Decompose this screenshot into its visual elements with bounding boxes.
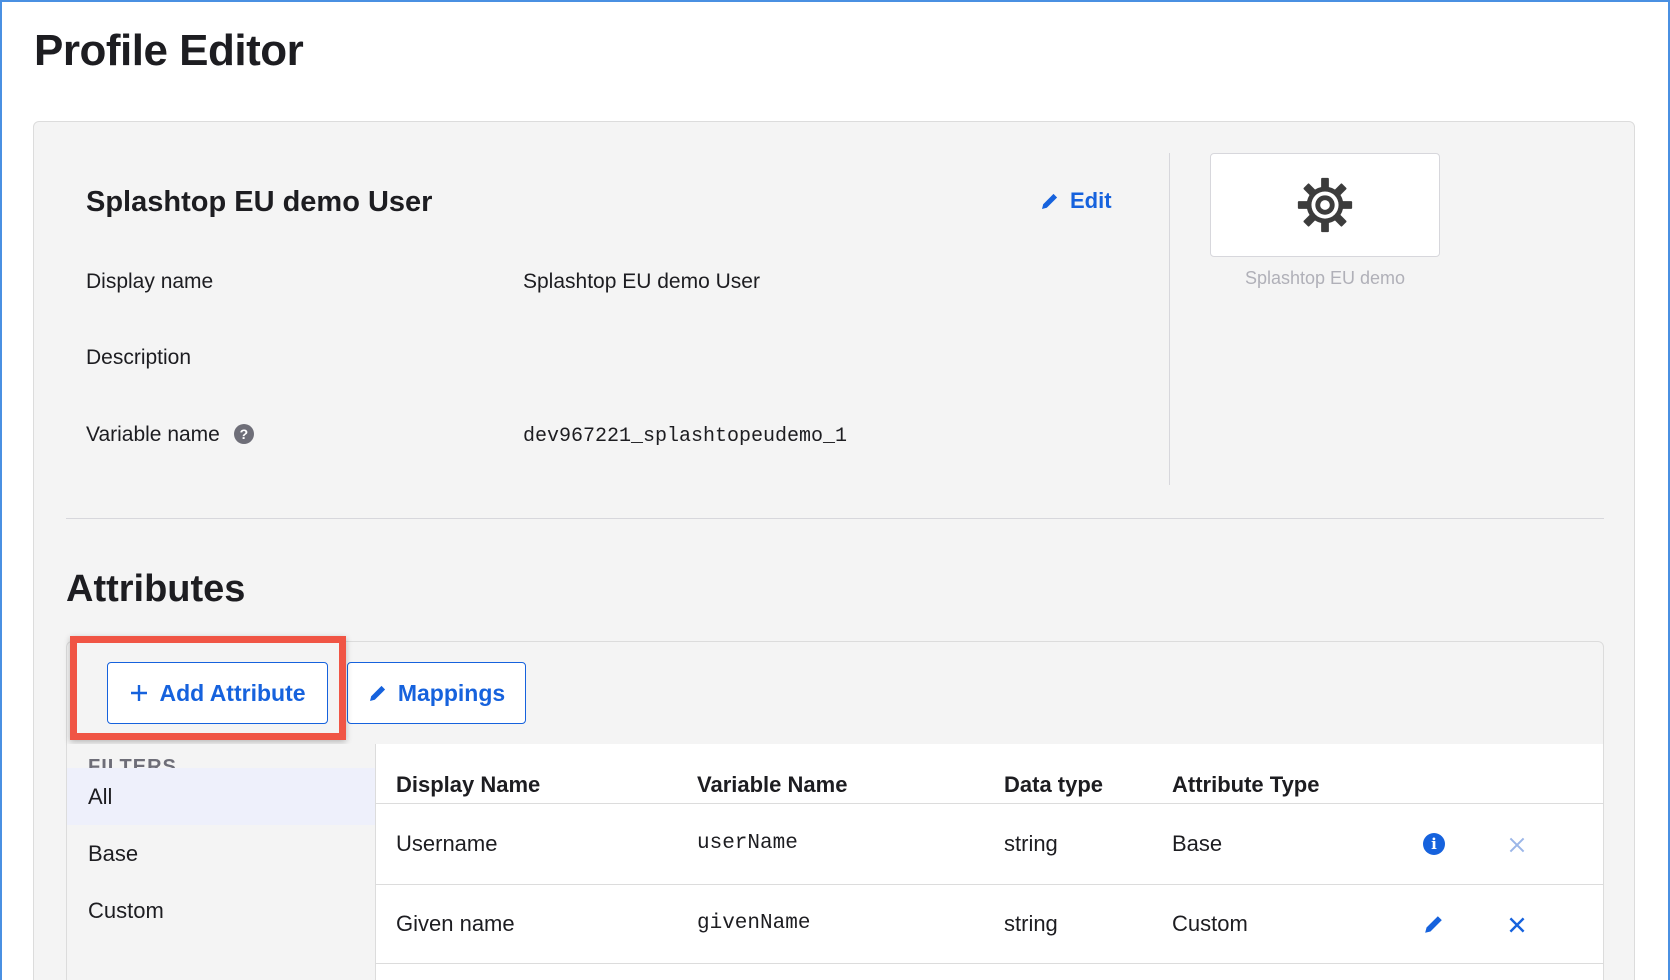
- mappings-label: Mappings: [397, 679, 506, 706]
- help-icon[interactable]: ?: [233, 424, 254, 445]
- edit-label: Edit: [1070, 188, 1112, 213]
- plus-icon: [131, 685, 148, 701]
- filter-custom[interactable]: Custom: [67, 882, 375, 939]
- page-title: Profile Editor: [34, 26, 304, 75]
- variable-name-label: Variable name: [86, 423, 220, 446]
- app-logo-caption: Splashtop EU demo: [1244, 268, 1406, 288]
- edit-profile-link[interactable]: Edit: [1040, 188, 1112, 214]
- add-attribute-label: Add Attribute: [159, 679, 306, 706]
- vertical-divider: [1169, 153, 1170, 485]
- close-icon[interactable]: [1506, 834, 1528, 856]
- row-2-attribute-type: Custom: [1172, 911, 1248, 936]
- variable-name-value: dev967221_splashtopeudemo_1: [523, 425, 848, 448]
- profile-name: Splashtop EU demo User: [86, 186, 433, 218]
- gear-icon: [1297, 177, 1353, 233]
- add-attribute-button[interactable]: Add Attribute: [107, 662, 328, 724]
- table-row-divider: [376, 884, 1603, 885]
- table-row-divider: [376, 963, 1603, 964]
- app-logo: [1210, 153, 1440, 257]
- description-label: Description: [86, 346, 192, 369]
- display-name-value: Splashtop EU demo User: [523, 270, 760, 293]
- row-1-variable-name: userName: [697, 832, 798, 855]
- close-icon[interactable]: [1506, 914, 1528, 936]
- row-2-variable-name: givenName: [697, 912, 811, 935]
- filter-base[interactable]: Base: [67, 825, 375, 882]
- info-icon[interactable]: i: [1423, 833, 1445, 855]
- attributes-table: [375, 744, 1603, 980]
- column-data-type: Data type: [1004, 772, 1104, 797]
- pencil-icon[interactable]: [1423, 913, 1445, 935]
- section-divider: [66, 518, 1604, 519]
- row-2-display-name: Given name: [396, 911, 515, 936]
- pencil-icon: [369, 685, 385, 701]
- pencil-icon: [1042, 193, 1058, 209]
- column-attribute-type: Attribute Type: [1172, 772, 1320, 797]
- column-display-name: Display Name: [396, 772, 541, 797]
- row-1-attribute-type: Base: [1172, 831, 1223, 856]
- column-variable-name: Variable Name: [697, 772, 848, 797]
- row-2-data-type: string: [1004, 911, 1058, 936]
- display-name-label: Display name: [86, 270, 214, 293]
- row-1-data-type: string: [1004, 831, 1058, 856]
- filter-all[interactable]: All: [67, 768, 375, 825]
- variable-name-row: Variable name?: [86, 423, 254, 447]
- table-header-divider: [376, 803, 1603, 804]
- row-1-display-name: Username: [396, 831, 498, 856]
- mappings-button[interactable]: Mappings: [347, 662, 526, 724]
- attributes-title: Attributes: [66, 568, 246, 610]
